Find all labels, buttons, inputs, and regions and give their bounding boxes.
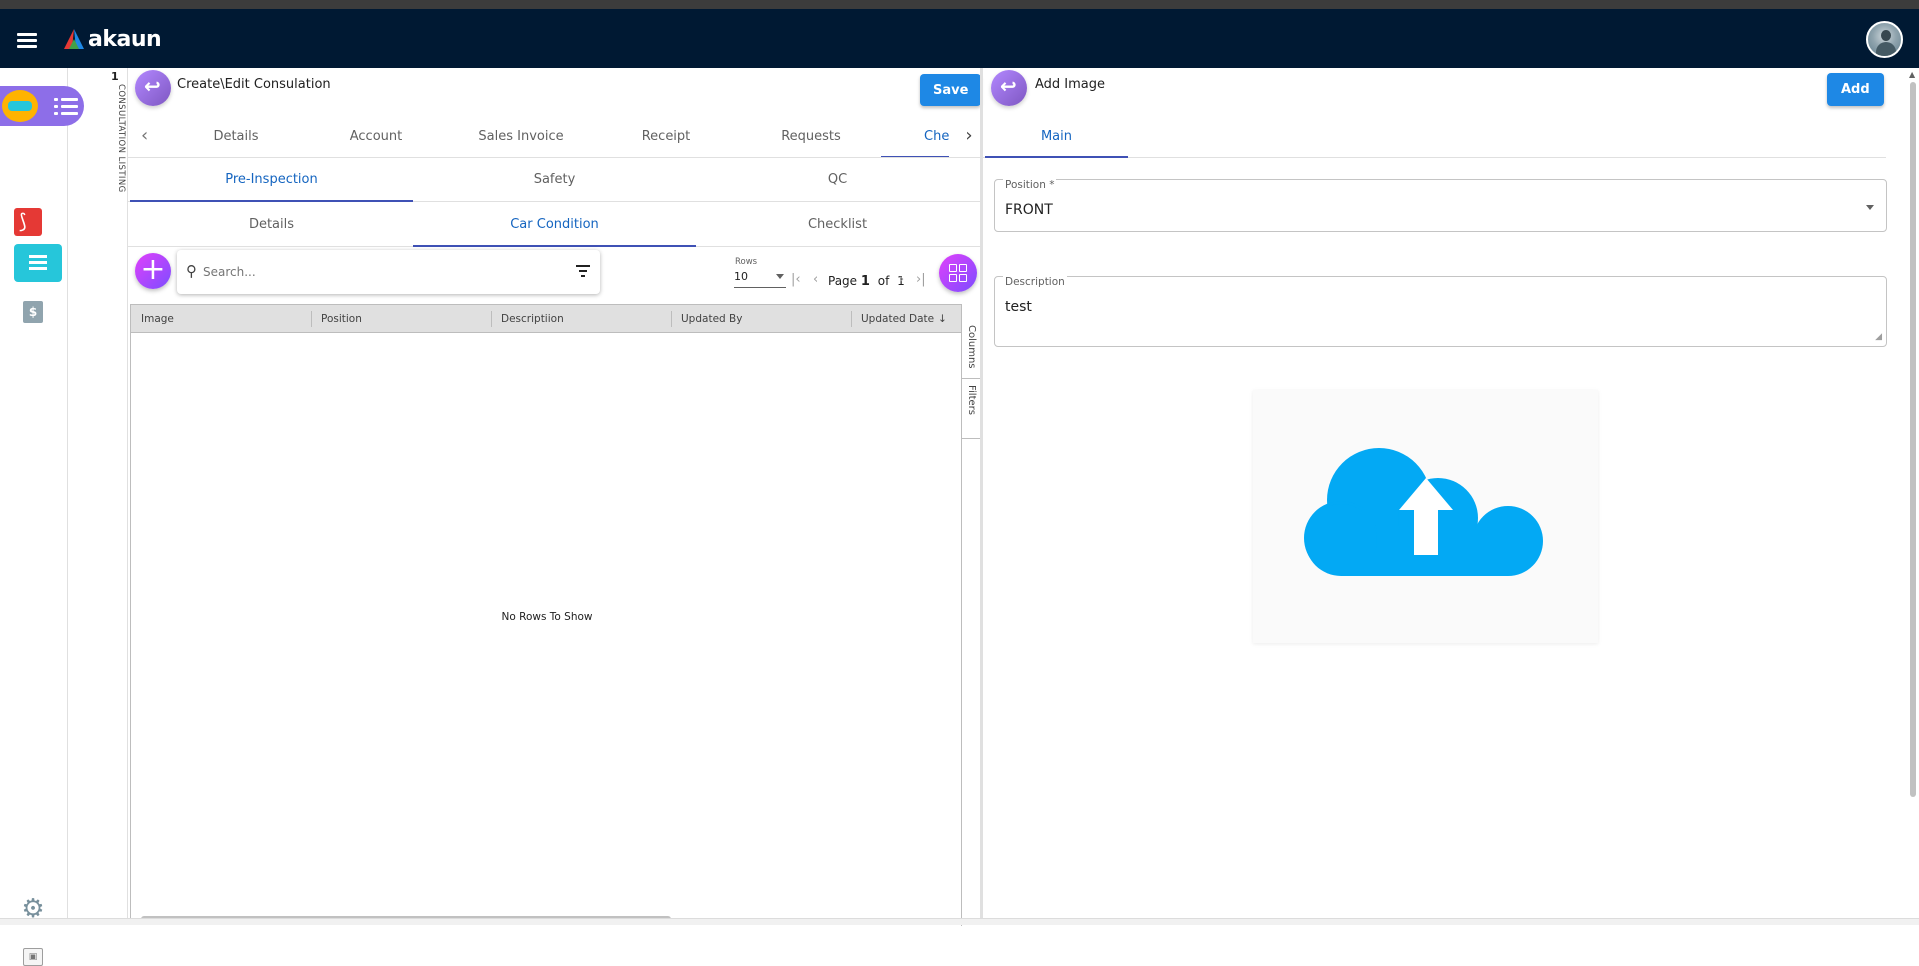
rows-per-page-select[interactable]: 10 <box>734 270 786 288</box>
search-input[interactable] <box>203 262 543 282</box>
chevron-left-icon[interactable]: ‹ <box>141 125 148 146</box>
top-app-bar: akaun <box>0 9 1919 68</box>
tab-sub-details[interactable]: Details <box>130 202 413 246</box>
brand-name: akaun <box>88 26 162 52</box>
akaun-logo-mark <box>64 29 84 49</box>
user-avatar[interactable] <box>1866 21 1903 58</box>
tab-qc[interactable]: QC <box>696 158 979 201</box>
tab-main[interactable]: Main <box>985 116 1128 158</box>
tab-checklist-items[interactable]: Checklist <box>696 202 979 246</box>
next-page-icon[interactable]: › <box>899 272 904 287</box>
page-indicator: Page 1 of 1 <box>828 274 905 289</box>
grid-header: Image Position Descriptiion Updated By U… <box>131 305 963 333</box>
description-value: test <box>1005 299 1032 315</box>
column-header-position[interactable]: Position <box>321 313 362 325</box>
consultation-listing-tab[interactable]: 1 CONSULTATION LISTING <box>104 68 128 925</box>
dropdown-caret-icon <box>776 274 784 279</box>
previous-page-icon[interactable]: ‹ <box>813 272 818 287</box>
filters-tool-label: Filters <box>966 385 977 415</box>
menu-icon[interactable] <box>17 31 39 49</box>
car-app-icon <box>2 90 38 122</box>
image-upload-zone[interactable] <box>1253 390 1598 643</box>
pre-inspection-tabs: Details Car Condition Checklist <box>128 202 980 247</box>
dollar-document-icon[interactable]: $ <box>23 301 43 323</box>
list-icon[interactable] <box>14 244 62 282</box>
grid-side-tools: Columns Filters <box>961 305 982 926</box>
position-select[interactable]: Position * FRONT <box>994 179 1887 232</box>
position-label: Position * <box>1003 179 1057 191</box>
tab-label: CONSULTATION LISTING <box>116 84 126 193</box>
chevron-right-icon[interactable]: › <box>958 125 980 146</box>
active-app-switcher[interactable] <box>0 86 84 126</box>
search-icon: ⚲ <box>186 262 197 280</box>
add-row-button[interactable]: + <box>135 253 171 289</box>
add-button[interactable]: Add <box>1827 73 1884 106</box>
columns-tool[interactable]: Columns <box>962 319 982 379</box>
panel-title: Create\Edit Consulation <box>177 77 331 92</box>
tab-sales-invoice[interactable]: Sales Invoice <box>446 116 596 157</box>
dropdown-caret-icon <box>1866 205 1874 210</box>
grid-view-button[interactable] <box>939 254 977 292</box>
save-button[interactable]: Save <box>920 74 982 106</box>
resize-handle-icon[interactable]: ◢ <box>1875 332 1882 342</box>
column-header-updated-date[interactable]: Updated Date <box>861 313 934 325</box>
first-page-icon[interactable]: |‹ <box>791 272 801 287</box>
tab-requests[interactable]: Requests <box>736 116 886 157</box>
filter-icon[interactable] <box>576 265 590 277</box>
add-image-tabs: Main <box>983 116 1886 158</box>
sort-desc-icon[interactable]: ↓ <box>938 313 947 325</box>
rows-value: 10 <box>734 270 748 283</box>
tab-details[interactable]: Details <box>166 116 306 157</box>
tab-pre-inspection[interactable]: Pre-Inspection <box>130 158 413 202</box>
pdf-icon[interactable] <box>14 208 42 236</box>
tab-number: 1 <box>111 70 119 83</box>
panel-title: Add Image <box>1035 77 1106 92</box>
current-page: 1 <box>860 274 870 289</box>
tab-receipt[interactable]: Receipt <box>596 116 736 157</box>
tab-safety[interactable]: Safety <box>413 158 696 201</box>
scroll-up-icon[interactable]: ▲ <box>1909 70 1915 79</box>
tab-car-condition[interactable]: Car Condition <box>413 202 696 247</box>
rows-label: Rows <box>735 257 758 267</box>
akaun-logo[interactable]: akaun <box>63 26 162 52</box>
search-box: ⚲ <box>177 250 600 294</box>
browser-strip <box>0 0 1919 9</box>
vertical-scrollbar[interactable]: ▲ <box>1908 70 1917 805</box>
last-page-icon[interactable]: ›| <box>916 272 926 287</box>
of-label: of <box>877 274 890 288</box>
description-field[interactable]: Description test ◢ <box>994 276 1887 347</box>
filters-tool[interactable]: Filters <box>962 379 982 439</box>
consultation-panel: Create\Edit Consulation Save ‹ Details A… <box>128 68 982 926</box>
tab-checklist[interactable]: Che <box>881 116 949 157</box>
back-button[interactable] <box>135 70 171 106</box>
list-menu-icon[interactable] <box>54 96 78 116</box>
column-header-image[interactable]: Image <box>141 313 174 325</box>
inspection-tabs: Pre-Inspection Safety QC <box>128 158 980 202</box>
broken-image-icon: ▣ <box>23 948 43 966</box>
add-image-panel: Add Image Add Main Position * FRONT Desc… <box>983 68 1919 925</box>
back-button[interactable] <box>991 70 1027 106</box>
page-label: Page <box>828 274 858 288</box>
columns-tool-label: Columns <box>966 325 977 369</box>
empty-grid-message: No Rows To Show <box>501 611 593 623</box>
description-label: Description <box>1003 276 1067 288</box>
main-tabs: ‹ Details Account Sales Invoice Receipt … <box>128 116 980 158</box>
car-condition-grid: Image Position Descriptiion Updated By U… <box>130 304 982 926</box>
bottom-bar <box>0 918 1919 925</box>
column-header-updated-by[interactable]: Updated By <box>681 313 742 325</box>
app-sidebar: $ ⚙ ▣ <box>0 68 84 966</box>
tab-account[interactable]: Account <box>306 116 446 157</box>
column-header-description[interactable]: Descriptiion <box>501 313 564 325</box>
position-value: FRONT <box>1005 202 1053 218</box>
cloud-upload-icon <box>1304 448 1543 576</box>
